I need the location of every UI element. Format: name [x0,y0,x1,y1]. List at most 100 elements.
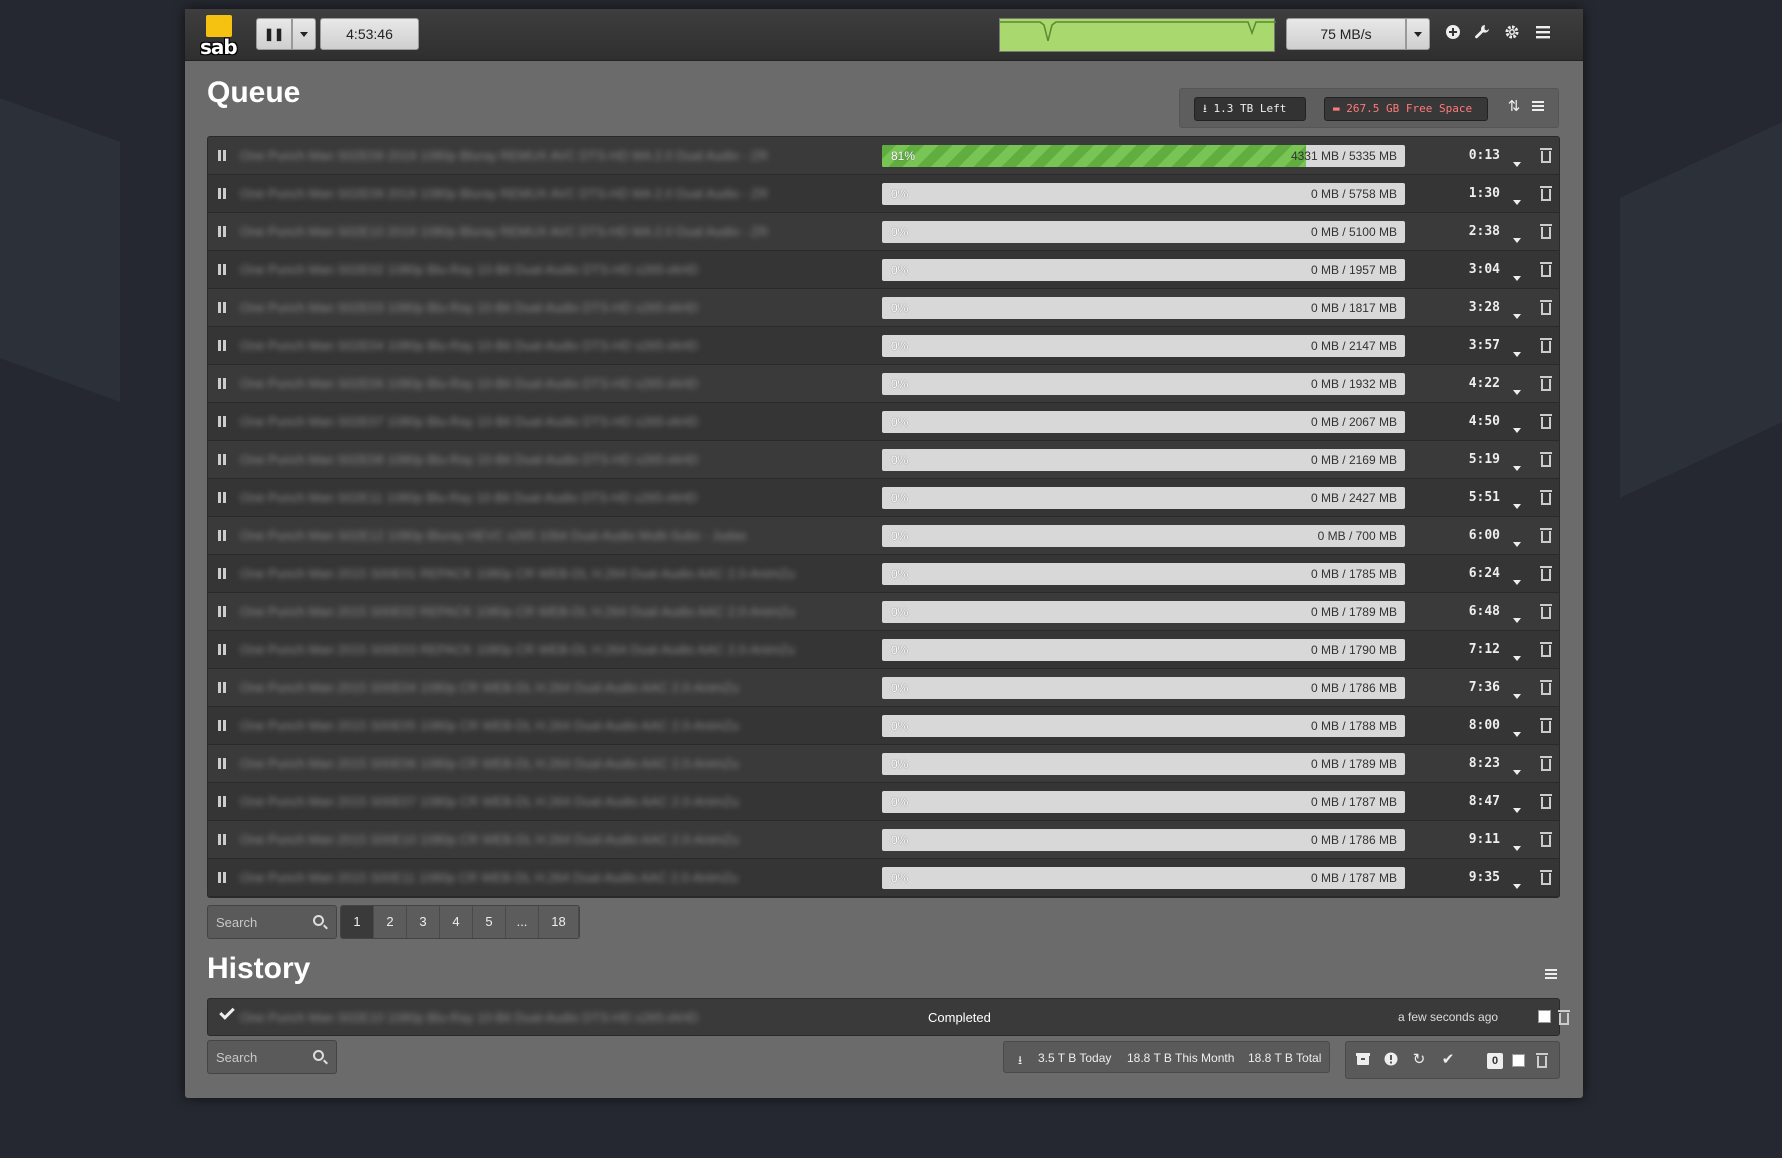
row-dropdown-button[interactable] [1513,572,1521,590]
pause-icon[interactable] [217,378,227,389]
trash-icon[interactable] [1540,338,1552,353]
queue-row[interactable]: One Punch Man 2015 S00E10 1080p CR WEB-D… [208,821,1559,859]
trash-icon[interactable] [1540,148,1552,163]
queue-row[interactable]: One Punch Man S02E09 2019 1080p Bluray R… [208,137,1559,175]
trash-icon[interactable] [1540,376,1552,391]
queue-search-input[interactable]: Search [207,905,337,939]
page-button[interactable]: 3 [407,906,440,938]
queue-options-icon[interactable] [1530,99,1546,115]
queue-item-name[interactable]: One Punch Man S02E09 2019 1080p Bluray R… [240,186,850,202]
queue-row[interactable]: One Punch Man S02E10 2019 1080p Bluray R… [208,213,1559,251]
row-dropdown-button[interactable] [1513,876,1521,894]
pause-icon[interactable] [217,264,227,275]
queue-item-name[interactable]: One Punch Man 2015 S00E03 REPACK 1080p C… [240,642,850,658]
speed-dropdown-button[interactable] [1406,18,1430,50]
pause-icon[interactable] [217,492,227,503]
row-dropdown-button[interactable] [1513,534,1521,552]
trash-icon[interactable] [1540,414,1552,429]
queue-row[interactable]: One Punch Man 2015 S00E02 REPACK 1080p C… [208,593,1559,631]
queue-item-name[interactable]: One Punch Man S02E08 1080p Blu-Ray 10-Bi… [240,452,850,468]
pause-icon[interactable] [217,416,227,427]
pause-button[interactable]: ❚❚ [256,18,292,50]
queue-row[interactable]: One Punch Man S02E03 1080p Blu-Ray 10-Bi… [208,289,1559,327]
row-dropdown-button[interactable] [1513,648,1521,666]
page-button[interactable]: 18 [539,906,579,938]
page-button[interactable]: 4 [440,906,473,938]
row-dropdown-button[interactable] [1513,230,1521,248]
page-button[interactable]: 2 [374,906,407,938]
row-dropdown-button[interactable] [1513,762,1521,780]
pause-icon[interactable] [217,226,227,237]
pause-icon[interactable] [217,150,227,161]
page-button[interactable]: 1 [341,906,374,938]
queue-item-name[interactable]: One Punch Man S02E04 1080p Blu-Ray 10-Bi… [240,338,850,354]
sab-logo[interactable]: sab [200,15,240,59]
queue-row[interactable]: One Punch Man S02E11 1080p Blu-Ray 10-Bi… [208,479,1559,517]
queue-item-name[interactable]: One Punch Man 2015 S00E04 1080p CR WEB-D… [240,680,850,696]
queue-row[interactable]: One Punch Man S02E07 1080p Blu-Ray 10-Bi… [208,403,1559,441]
trash-icon[interactable] [1540,452,1552,467]
queue-row[interactable]: One Punch Man 2015 S00E05 1080p CR WEB-D… [208,707,1559,745]
pause-icon[interactable] [217,644,227,655]
page-button[interactable]: 5 [473,906,506,938]
trash-icon[interactable] [1540,224,1552,239]
row-dropdown-button[interactable] [1513,268,1521,286]
trash-icon[interactable] [1540,604,1552,619]
pause-icon[interactable] [217,302,227,313]
pause-icon[interactable] [217,454,227,465]
trash-icon[interactable] [1540,870,1552,885]
queue-item-name[interactable]: One Punch Man S02E02 1080p Blu-Ray 10-Bi… [240,262,850,278]
row-dropdown-button[interactable] [1513,192,1521,210]
check-icon[interactable]: ✔ [1440,1052,1456,1068]
queue-item-name[interactable]: One Punch Man S02E03 1080p Blu-Ray 10-Bi… [240,300,850,316]
trash-icon[interactable] [1540,186,1552,201]
queue-item-name[interactable]: One Punch Man S02E06 1080p Blu-Ray 10-Bi… [240,376,850,392]
queue-item-name[interactable]: One Punch Man S02E11 1080p Blu-Ray 10-Bi… [240,490,850,506]
search-icon[interactable] [313,915,324,926]
trash-icon[interactable] [1540,300,1552,315]
sort-icon[interactable]: ⇅ [1506,99,1522,115]
trash-icon[interactable] [1540,262,1552,277]
queue-row[interactable]: One Punch Man S02E06 1080p Blu-Ray 10-Bi… [208,365,1559,403]
history-row[interactable]: One Punch Man S02E10 1080p Blu-Ray 10-Bi… [207,998,1570,1036]
queue-row[interactable]: One Punch Man S02E08 1080p Blu-Ray 10-Bi… [208,441,1559,479]
pause-dropdown-button[interactable] [292,18,316,50]
trash-icon[interactable] [1540,832,1552,847]
pause-icon[interactable] [217,796,227,807]
queue-row[interactable]: One Punch Man S02E04 1080p Blu-Ray 10-Bi… [208,327,1559,365]
queue-item-name[interactable]: One Punch Man 2015 S00E07 1080p CR WEB-D… [240,794,850,810]
select-all-checkbox[interactable] [1512,1054,1525,1067]
queue-row[interactable]: One Punch Man 2015 S00E06 1080p CR WEB-D… [208,745,1559,783]
trash-icon[interactable] [1540,490,1552,505]
queue-item-name[interactable]: One Punch Man S02E07 1080p Blu-Ray 10-Bi… [240,414,850,430]
trash-icon[interactable] [1540,756,1552,771]
row-dropdown-button[interactable] [1513,420,1521,438]
row-dropdown-button[interactable] [1513,686,1521,704]
row-dropdown-button[interactable] [1513,496,1521,514]
pause-icon[interactable] [217,568,227,579]
queue-row[interactable]: One Punch Man S02E02 1080p Blu-Ray 10-Bi… [208,251,1559,289]
queue-item-name[interactable]: One Punch Man S02E12 1080p Bluray HEVC x… [240,528,850,544]
trash-icon[interactable] [1540,642,1552,657]
menu-icon[interactable] [1532,23,1554,45]
history-item-checkbox[interactable] [1538,1010,1551,1023]
pause-icon[interactable] [217,872,227,883]
pause-icon[interactable] [217,606,227,617]
add-icon[interactable] [1442,23,1464,45]
row-dropdown-button[interactable] [1513,838,1521,856]
row-dropdown-button[interactable] [1513,154,1521,172]
queue-row[interactable]: One Punch Man 2015 S00E11 1080p CR WEB-D… [208,859,1559,897]
queue-item-name[interactable]: One Punch Man 2015 S00E06 1080p CR WEB-D… [240,756,850,772]
queue-item-name[interactable]: One Punch Man S02E10 2019 1080p Bluray R… [240,224,850,240]
trash-icon[interactable] [1540,718,1552,733]
pause-timer[interactable]: 4:53:46 [320,18,419,50]
search-icon[interactable] [313,1050,324,1061]
trash-icon[interactable] [1536,1053,1548,1068]
pause-icon[interactable] [217,682,227,693]
pause-icon[interactable] [217,758,227,769]
queue-row[interactable]: One Punch Man 2015 S00E07 1080p CR WEB-D… [208,783,1559,821]
history-options-icon[interactable] [1543,967,1559,983]
row-dropdown-button[interactable] [1513,724,1521,742]
row-dropdown-button[interactable] [1513,382,1521,400]
trash-icon[interactable] [1540,528,1552,543]
